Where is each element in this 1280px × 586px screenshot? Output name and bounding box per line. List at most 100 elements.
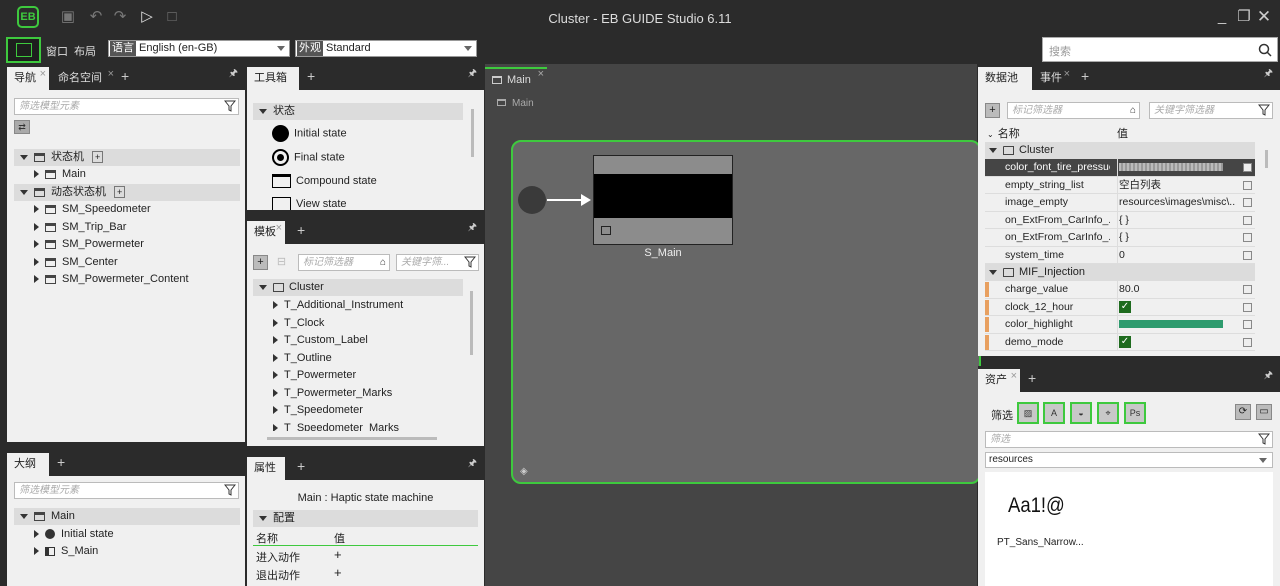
scrollbar[interactable] xyxy=(470,291,473,355)
toolbox-item-view-state[interactable]: View state xyxy=(272,196,347,210)
datapool-item-value[interactable]: 80.0 xyxy=(1117,281,1235,298)
pin-icon[interactable]: 🖈 xyxy=(468,456,477,473)
image-filter-button[interactable]: ▨ xyxy=(1017,402,1039,424)
row-checkbox[interactable] xyxy=(1243,163,1252,172)
tab-assets[interactable]: 资产 × xyxy=(978,369,1020,392)
outline-item[interactable]: Initial state xyxy=(34,526,114,543)
outline-filter-input[interactable]: 筛选模型元素 xyxy=(14,482,239,499)
toolbox-item-initial-state[interactable]: Initial state xyxy=(272,125,347,142)
pin-icon[interactable]: 🖈 xyxy=(229,66,238,83)
datapool-item-value[interactable]: { } xyxy=(1117,211,1235,229)
datapool-row[interactable]: clock_12_hour ✓ xyxy=(985,298,1255,316)
row-checkbox[interactable] xyxy=(1243,320,1252,329)
datapool-item-value[interactable] xyxy=(1117,316,1235,333)
datapool-item-value[interactable]: 空白列表 xyxy=(1117,176,1235,194)
add-tab-icon[interactable]: + xyxy=(1081,68,1089,84)
toolbox-item-compound-state[interactable]: Compound state xyxy=(272,173,377,190)
add-tab-icon[interactable]: + xyxy=(297,458,305,474)
add-exit-action-button[interactable]: + xyxy=(334,565,342,580)
datapool-tag-filter[interactable]: 标记筛选器 ⌂ xyxy=(1007,102,1140,119)
template-item[interactable]: T_Powermeter_Marks xyxy=(273,385,392,402)
tab-navigation[interactable]: 导航 × xyxy=(7,67,49,90)
datapool-item-value[interactable]: ✓ xyxy=(1117,333,1235,351)
open-folder-icon[interactable]: ▭ xyxy=(1256,404,1272,420)
datapool-item-value[interactable]: resources\images\misc\... xyxy=(1117,194,1235,211)
tab-properties[interactable]: 属性 xyxy=(247,457,285,480)
global-search-input[interactable]: 搜索 xyxy=(1042,37,1278,62)
add-entry-action-button[interactable]: + xyxy=(334,547,342,562)
add-tab-icon[interactable]: + xyxy=(307,68,315,84)
tab-datapool[interactable]: 数据池 xyxy=(978,67,1032,90)
color-swatch[interactable] xyxy=(1119,320,1223,329)
row-checkbox[interactable] xyxy=(1243,302,1252,312)
template-group-cluster[interactable]: Cluster xyxy=(253,279,463,296)
transition-arrow[interactable] xyxy=(547,199,583,201)
template-item[interactable]: T_Additional_Instrument xyxy=(273,297,403,314)
add-icon[interactable]: + xyxy=(114,186,126,198)
row-checkbox[interactable] xyxy=(1243,198,1252,207)
language-dropdown[interactable]: 语言 English (en-GB) xyxy=(108,40,290,57)
datapool-keyword-filter[interactable]: 关键字筛选器 xyxy=(1149,102,1273,119)
datapool-group-cluster[interactable]: Cluster xyxy=(985,142,1255,159)
pin-icon[interactable]: 🖈 xyxy=(468,66,477,83)
datapool-item-value[interactable]: 0 xyxy=(1117,246,1235,264)
tab-outline[interactable]: 大纲 xyxy=(7,453,49,476)
close-icon[interactable]: × xyxy=(108,64,114,86)
tab-toolbox[interactable]: 工具箱 xyxy=(247,67,299,90)
datapool-row[interactable]: system_time 0 xyxy=(985,246,1255,264)
outline-item[interactable]: S_Main xyxy=(34,543,98,560)
refresh-icon[interactable]: ⟳ xyxy=(1235,404,1251,420)
layers-icon[interactable]: ◈ xyxy=(520,466,528,477)
config-section[interactable]: 配置 xyxy=(253,510,478,527)
close-icon[interactable]: × xyxy=(538,63,544,85)
scrollbar[interactable] xyxy=(471,109,474,157)
state-machine-canvas[interactable]: S_Main ◈ xyxy=(511,140,981,484)
view-state-node[interactable] xyxy=(593,155,733,245)
menu-layout[interactable]: 布局 xyxy=(74,43,96,59)
add-tab-icon[interactable]: + xyxy=(297,222,305,238)
close-icon[interactable]: × xyxy=(1064,63,1070,86)
template-keyword-filter[interactable]: 关键字筛... xyxy=(396,254,479,271)
add-tab-icon[interactable]: + xyxy=(121,68,129,84)
tab-templates[interactable]: 模板 × xyxy=(247,221,285,244)
datapool-row[interactable]: image_empty resources\images\misc\... xyxy=(985,194,1255,212)
checkbox[interactable]: ✓ xyxy=(1119,300,1131,313)
pin-icon[interactable]: 🖈 xyxy=(1264,368,1273,385)
template-item[interactable]: T_Clock xyxy=(273,315,324,332)
minimize-icon[interactable]: _ xyxy=(1214,9,1230,25)
template-item[interactable]: T_Speedometer xyxy=(273,402,363,419)
breadcrumb[interactable]: Main xyxy=(497,98,534,109)
state-machines-section[interactable]: 状态机 + xyxy=(14,149,240,166)
font-filter-button[interactable]: A xyxy=(1043,402,1065,424)
project-center-button[interactable] xyxy=(6,37,41,63)
datapool-row[interactable]: demo_mode ✓ xyxy=(985,333,1255,351)
nav-item[interactable]: SM_Powermeter xyxy=(34,236,144,253)
tab-namespace[interactable]: 命名空间 × xyxy=(51,67,117,90)
close-icon[interactable]: × xyxy=(1011,365,1017,388)
datapool-item-value[interactable] xyxy=(1117,159,1235,176)
datapool-row[interactable]: charge_value 80.0 xyxy=(985,281,1255,299)
menu-window[interactable]: 窗口 xyxy=(46,43,68,59)
mesh-filter-button[interactable]: ◒ xyxy=(1070,402,1092,424)
tab-main-editor[interactable]: Main × xyxy=(485,67,547,91)
assets-filter-input[interactable]: 筛选 xyxy=(985,431,1273,448)
remove-button[interactable]: ⊟ xyxy=(274,255,289,270)
psd-filter-button[interactable]: Ps xyxy=(1124,402,1146,424)
datapool-group-mif[interactable]: MIF_Injection xyxy=(985,264,1255,281)
row-checkbox[interactable] xyxy=(1243,180,1252,190)
restore-icon[interactable]: ❐ xyxy=(1236,9,1252,25)
ibl-filter-button[interactable]: ⌖ xyxy=(1097,402,1119,424)
scrollbar[interactable] xyxy=(1265,150,1268,168)
datapool-row[interactable]: empty_string_list 空白列表 xyxy=(985,176,1255,194)
datapool-item-value[interactable]: { } xyxy=(1117,229,1235,246)
appearance-dropdown[interactable]: 外观 Standard xyxy=(295,40,477,57)
toolbox-item-final-state[interactable]: Final state xyxy=(272,149,345,166)
pin-icon[interactable]: 🖈 xyxy=(468,220,477,237)
add-icon[interactable]: + xyxy=(92,151,104,163)
checkbox[interactable]: ✓ xyxy=(1119,335,1131,348)
dynamic-state-machines-section[interactable]: 动态状态机 + xyxy=(14,184,240,201)
datapool-row[interactable]: color_highlight xyxy=(985,316,1255,334)
nav-item[interactable]: SM_Powermeter_Content xyxy=(34,271,189,288)
close-icon[interactable]: × xyxy=(276,218,282,240)
add-tab-icon[interactable]: + xyxy=(1028,370,1036,386)
